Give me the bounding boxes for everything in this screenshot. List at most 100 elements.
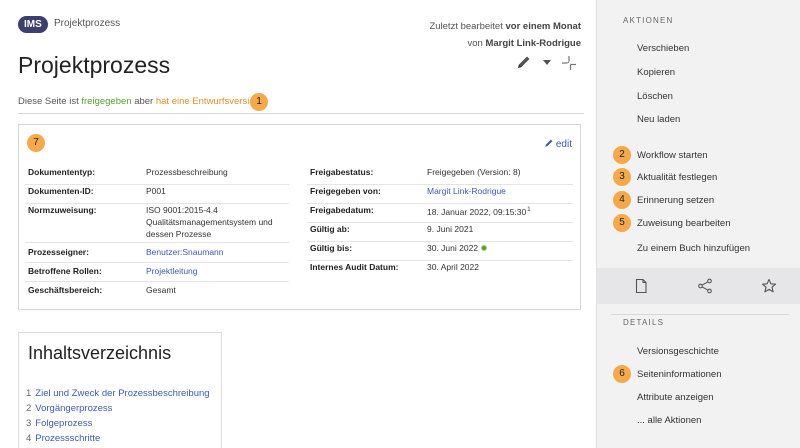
callout-marker: 1: [250, 93, 268, 111]
field-value: ISO 9001:2015-4.4 Qualitätsmanagementsys…: [146, 201, 273, 240]
infobox-row: Internes Audit Datum: 30. April 2022: [301, 258, 577, 276]
toc-item[interactable]: 4 Prozessschritte: [26, 433, 100, 444]
status-dot-icon: [481, 245, 488, 251]
field-value: 9. Juni 2021: [427, 224, 474, 234]
callout-marker: 2: [613, 146, 631, 164]
infobox-row: Normzuweisung: ISO 9001:2015-4.4 Qualitä…: [19, 201, 289, 241]
field-label: Gültig bis:: [310, 243, 353, 253]
edited-when[interactable]: vor einem Monat: [506, 21, 582, 32]
field-value: P001: [146, 186, 166, 196]
valid-until-date: 30. Juni 2022: [427, 243, 479, 253]
detail-page-information[interactable]: Seiteninformationen: [637, 369, 722, 380]
pencil-icon[interactable]: [516, 54, 532, 70]
approval-status-line: Diese Seite ist freigegeben aber hat ein…: [18, 93, 584, 114]
infobox-row: Gültig ab: 9. Juni 2021: [301, 220, 577, 238]
field-label: Freigegeben von:: [310, 186, 381, 196]
infobox-row: Prozesseigner: Benutzer:Snaumann: [19, 243, 289, 261]
last-edited-info: Zuletzt bearbeitet vor einem Monat von M…: [361, 18, 581, 52]
action-delete[interactable]: Löschen: [637, 91, 673, 102]
status-middle: aber: [134, 96, 154, 107]
infobox-row: Dokumententyp: Prozessbeschreibung: [19, 163, 289, 181]
toc-title: Inhaltsverzeichnis: [28, 343, 172, 363]
value-line: dessen Prozesse: [146, 229, 212, 239]
edited-prefix: Zuletzt bearbeitet: [429, 21, 503, 32]
detail-show-attributes[interactable]: Attribute anzeigen: [637, 392, 714, 403]
action-set-expiry[interactable]: Aktualität festlegen: [637, 172, 717, 183]
field-value: 30. April 2022: [427, 262, 479, 272]
table-of-contents: Inhaltsverzeichnis 1 Ziel und Zweck der P…: [18, 332, 222, 448]
toc-item[interactable]: 2 Vorgängerprozess: [26, 403, 112, 414]
namespace-badge[interactable]: IMS: [18, 16, 48, 33]
detail-all-actions[interactable]: ... alle Aktionen: [637, 415, 701, 426]
field-label: Dokumenten-ID:: [28, 186, 94, 196]
callout-marker: 5: [613, 214, 631, 232]
expand-icon[interactable]: [560, 54, 578, 72]
sidebar-icon-bar: [597, 268, 800, 304]
share-icon[interactable]: [697, 278, 713, 294]
released-link[interactable]: freigegeben: [81, 96, 131, 107]
detail-version-history[interactable]: Versionsgeschichte: [637, 346, 719, 357]
toc-label: Ziel und Zweck der Prozessbeschreibung: [35, 388, 210, 399]
field-value: Gesamt: [146, 285, 176, 295]
field-label: Gültig ab:: [310, 224, 350, 234]
released-by-link[interactable]: Margit Link-Rodrigue: [427, 182, 506, 200]
field-label: Geschäftsbereich:: [28, 285, 103, 295]
breadcrumb[interactable]: Projektprozess: [54, 18, 120, 29]
action-reload[interactable]: Neu laden: [637, 114, 680, 125]
toc-label: Folgeprozess: [35, 418, 93, 429]
field-label: Betroffene Rollen:: [28, 266, 102, 276]
process-owner-link[interactable]: Benutzer:Snaumann: [146, 243, 224, 261]
infobox-row: Betroffene Rollen: Projektleitung: [19, 262, 289, 280]
infobox-row: Gültig bis: 30. Juni 2022: [301, 239, 577, 257]
field-label: Dokumententyp:: [28, 167, 96, 177]
field-label: Prozesseigner:: [28, 247, 89, 257]
edited-by-prefix: von: [467, 38, 483, 49]
toc-item[interactable]: 3 Folgeprozess: [26, 418, 92, 429]
edit-label: edit: [555, 139, 572, 150]
page-icon[interactable]: [633, 278, 649, 294]
field-label: Normzuweisung:: [28, 205, 97, 215]
action-move[interactable]: Verschieben: [637, 43, 689, 54]
infobox-row: Freigegeben von: Margit Link-Rodrigue: [301, 182, 577, 200]
infobox-row: Freigabestatus: Freigegeben (Version: 8): [301, 163, 577, 181]
callout-marker: 6: [613, 365, 631, 383]
action-copy[interactable]: Kopieren: [637, 67, 675, 78]
toc-label: Vorgängerprozess: [35, 403, 113, 414]
main-content: IMS Projektprozess Zuletzt bearbeitet vo…: [0, 0, 596, 448]
page-tools: [516, 54, 580, 72]
action-start-workflow[interactable]: Workflow starten: [637, 150, 708, 161]
infobox-row: Geschäftsbereich: Gesamt: [19, 281, 289, 299]
star-icon[interactable]: [761, 278, 777, 294]
callout-marker: 4: [613, 191, 631, 209]
actions-sidebar: AKTIONEN Verschieben Kopieren Löschen Ne…: [596, 0, 800, 448]
document-infobox: 7 edit Dokumententyp: Prozessbeschreibun…: [18, 124, 581, 310]
release-date: 18. Januar 2022, 09:15:30: [427, 207, 527, 217]
toc-number: 2: [26, 403, 32, 414]
divider: [611, 314, 789, 315]
field-value: Freigegeben (Version: 8): [427, 167, 521, 177]
edited-by-user[interactable]: Margit Link-Rodrigue: [485, 38, 581, 49]
action-set-reminder[interactable]: Erinnerung setzen: [637, 195, 714, 206]
infobox-row: Dokumenten-ID: P001: [19, 182, 289, 200]
toc-label: Prozessschritte: [35, 433, 101, 444]
toc-number: 1: [26, 388, 32, 399]
toc-number: 3: [26, 418, 32, 429]
status-prefix: Diese Seite ist: [18, 96, 79, 107]
field-label: Freigabedatum:: [310, 205, 374, 215]
callout-marker: 3: [613, 168, 631, 186]
infobox-row: Freigabedatum: 18. Januar 2022, 09:15:30…: [301, 201, 577, 219]
chevron-down-icon[interactable]: [543, 60, 551, 65]
toc-item[interactable]: 1 Ziel und Zweck der Prozessbeschreibung: [26, 388, 210, 399]
callout-marker: 7: [27, 134, 45, 152]
toc-number: 4: [26, 433, 32, 444]
value-line: Qualitätsmanagementsystem und: [146, 217, 273, 227]
draft-version-link[interactable]: hat eine Entwurfsversion: [156, 96, 260, 107]
action-edit-assignment[interactable]: Zuweisung bearbeiten: [637, 218, 730, 229]
value-line: ISO 9001:2015-4.4: [146, 205, 218, 215]
pencil-icon: [545, 139, 553, 147]
affected-roles-link[interactable]: Projektleitung: [146, 262, 198, 280]
actions-heading: AKTIONEN: [623, 16, 674, 25]
infobox-edit-link[interactable]: edit: [544, 138, 572, 150]
action-add-to-book[interactable]: Zu einem Buch hinzufügen: [637, 243, 750, 254]
footnote-ref[interactable]: 1: [527, 207, 530, 213]
